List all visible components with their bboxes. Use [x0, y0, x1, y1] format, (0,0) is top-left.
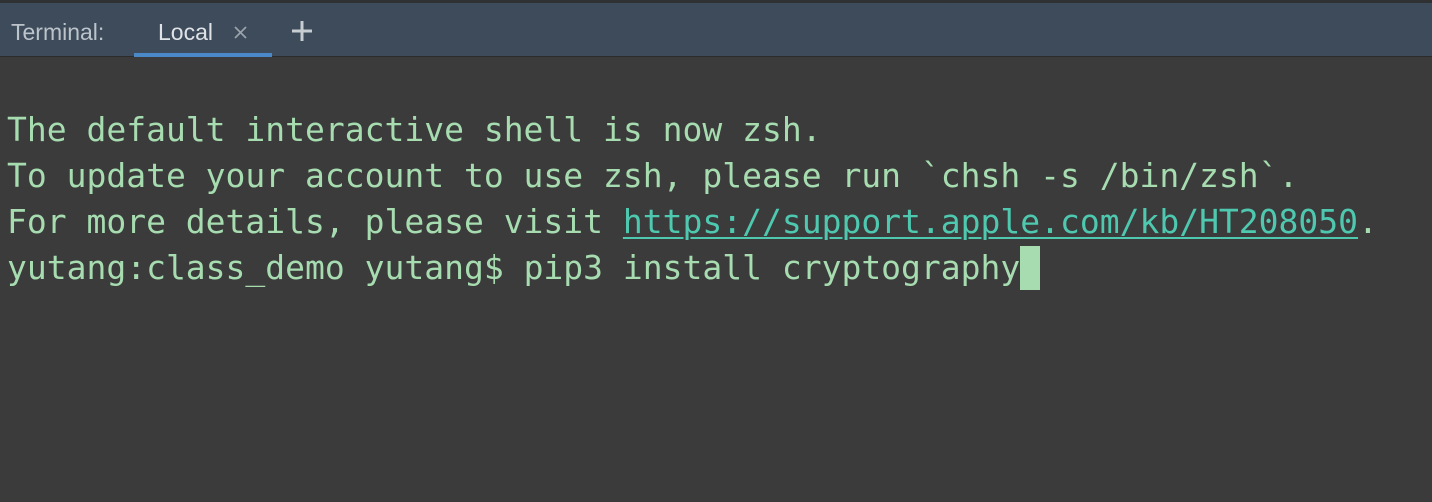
terminal-prompt-line[interactable]: yutang:class_demo yutang$ pip3 install c…: [7, 245, 1041, 291]
terminal-line: For more details, please visit https://s…: [7, 199, 1378, 245]
support-link[interactable]: https://support.apple.com/kb/HT208050: [623, 202, 1358, 241]
terminal-line: The default interactive shell is now zsh…: [7, 110, 822, 149]
terminal-tool-window: Terminal: Local The default interactive …: [0, 0, 1432, 502]
terminal-text: .: [1358, 202, 1378, 241]
tool-window-title: Terminal:: [11, 19, 105, 45]
text-cursor: [1020, 246, 1041, 290]
tab-label: Local: [158, 19, 213, 45]
terminal-tab-bar: Terminal: Local: [0, 3, 1432, 58]
close-icon[interactable]: [231, 18, 251, 46]
terminal-output-area[interactable]: The default interactive shell is now zsh…: [0, 57, 1432, 502]
plus-icon[interactable]: [288, 17, 316, 45]
terminal-text: For more details, please visit: [7, 202, 623, 241]
terminal-line: To update your account to use zsh, pleas…: [7, 156, 1299, 195]
tab-local[interactable]: Local: [134, 3, 272, 58]
shell-prompt: yutang:class_demo yutang$: [7, 248, 524, 287]
command-input[interactable]: pip3 install cryptography: [524, 248, 1021, 287]
